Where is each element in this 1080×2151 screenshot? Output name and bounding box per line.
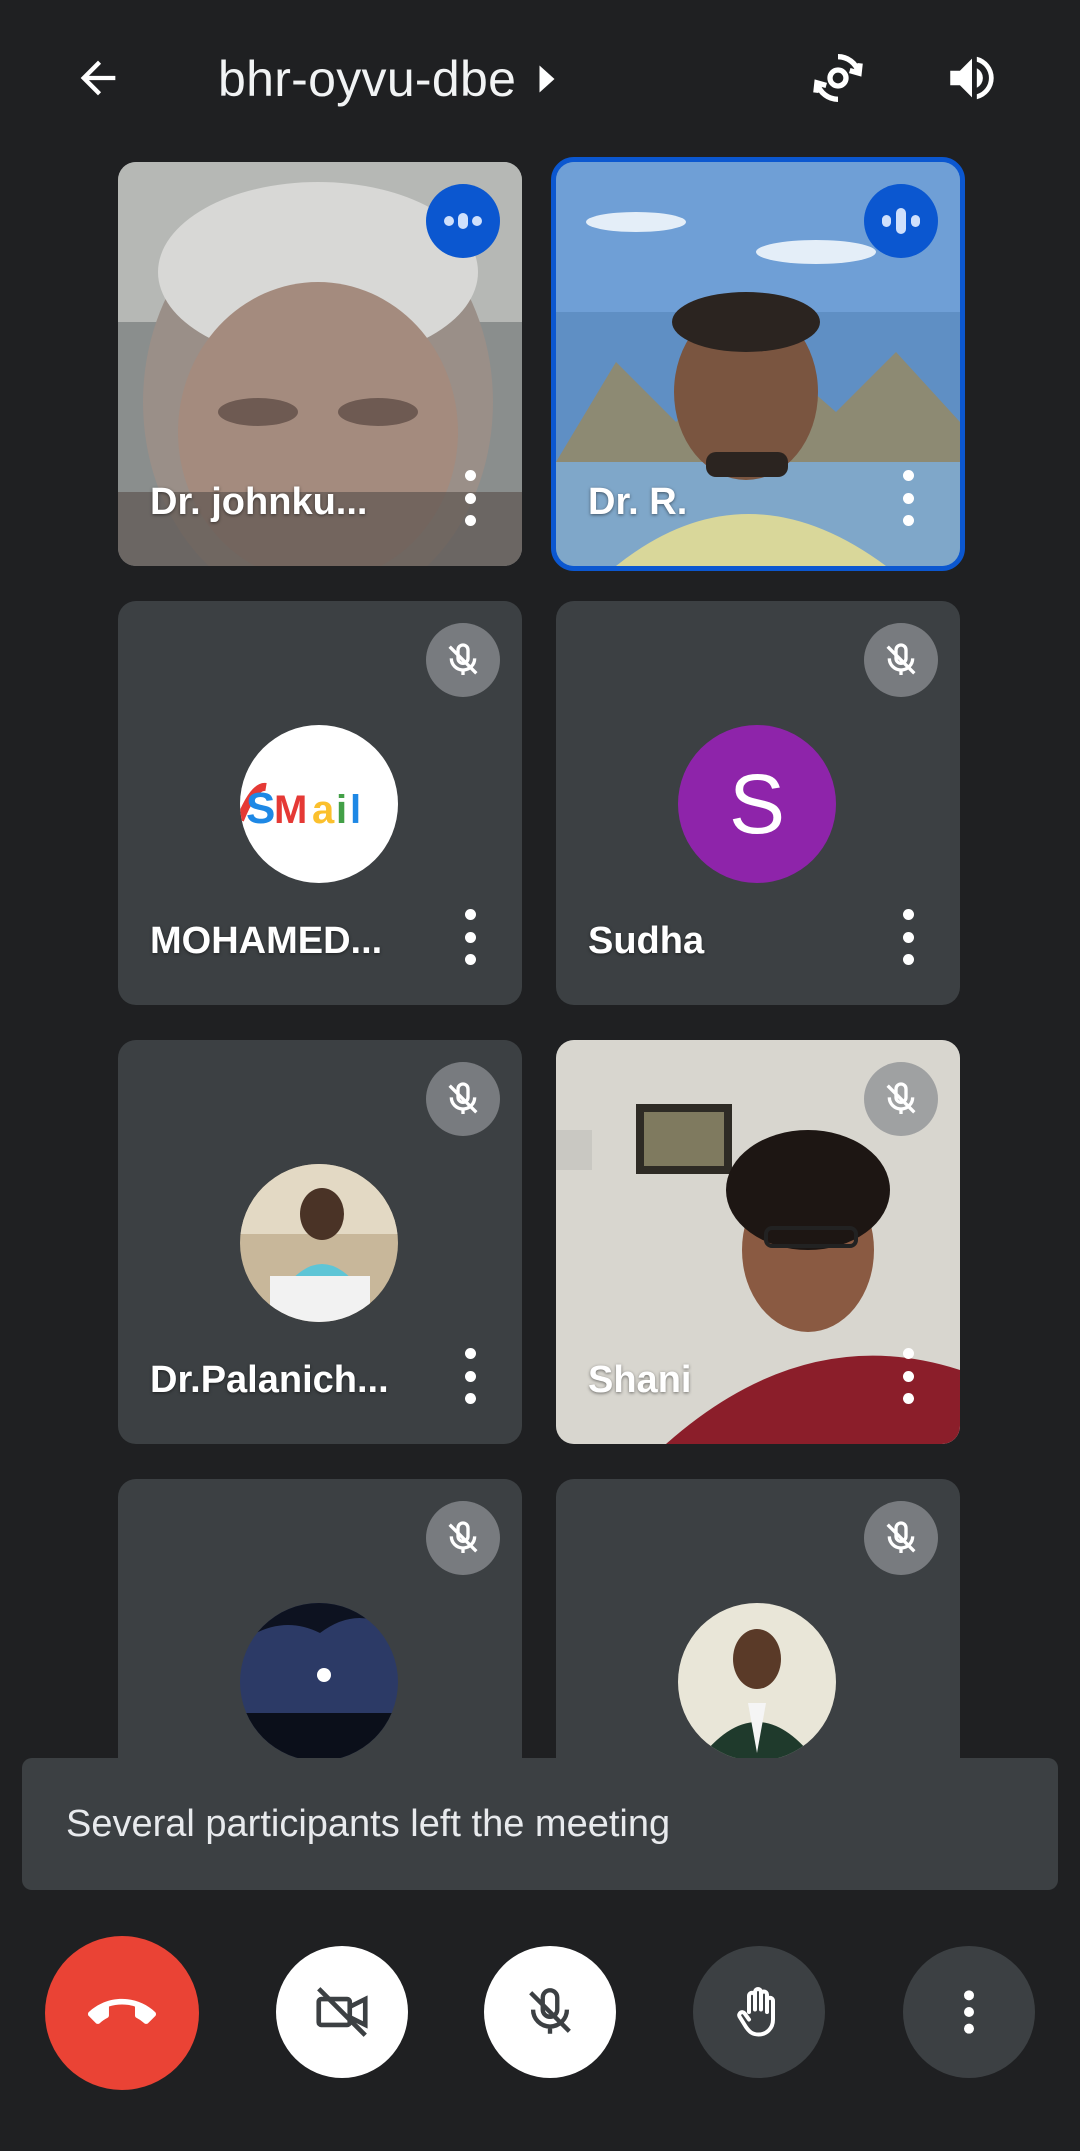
participant-name: MOHAMED... xyxy=(150,920,383,962)
participant-name: Dr. johnku... xyxy=(150,481,368,523)
participant-name: Sudha xyxy=(588,920,705,962)
participant-tile[interactable]: S Sudha xyxy=(556,601,960,1005)
participant-more-button[interactable] xyxy=(460,1348,480,1404)
speaking-indicator xyxy=(864,184,938,258)
mic-off-icon xyxy=(886,1521,916,1553)
caret-right-icon xyxy=(539,65,555,93)
letter-avatar: S xyxy=(678,725,836,883)
end-call-icon xyxy=(88,1998,156,2024)
end-call-button[interactable] xyxy=(45,1936,199,2090)
audio-output-button[interactable] xyxy=(930,36,1014,120)
mic-off-icon xyxy=(448,1521,478,1553)
muted-indicator xyxy=(426,1062,500,1136)
muted-indicator xyxy=(426,623,500,697)
svg-text:S: S xyxy=(246,784,275,833)
avatar xyxy=(678,1603,836,1761)
muted-indicator xyxy=(426,1501,500,1575)
svg-text:a: a xyxy=(312,788,335,832)
muted-indicator xyxy=(864,1062,938,1136)
participant-tile[interactable]: S M a i l MOHAMED... xyxy=(118,601,522,1005)
switch-camera-icon xyxy=(813,53,863,103)
camera-off-icon xyxy=(316,1987,368,2037)
meeting-title-button[interactable]: bhr-oyvu-dbe xyxy=(218,44,556,114)
participant-tile[interactable]: Dr.Palanich... xyxy=(118,1040,522,1444)
meeting-code: bhr-oyvu-dbe xyxy=(218,51,517,107)
participant-tile[interactable]: Shani xyxy=(556,1040,960,1444)
participant-name: Shani xyxy=(588,1359,692,1401)
svg-text:M: M xyxy=(274,788,307,832)
snackbar-message: Several participants left the meeting xyxy=(66,1802,671,1845)
mic-off-icon xyxy=(448,1082,478,1114)
participant-tile[interactable]: Dr. johnku... xyxy=(118,162,522,566)
participant-tile-active-speaker[interactable]: Dr. R. xyxy=(551,157,965,571)
top-bar: bhr-oyvu-dbe xyxy=(0,0,1080,160)
mic-off-icon xyxy=(886,643,916,675)
profile-photo xyxy=(678,1603,836,1761)
more-options-button[interactable] xyxy=(903,1946,1035,2078)
muted-indicator xyxy=(864,1501,938,1575)
mic-toggle-button[interactable] xyxy=(484,1946,616,2078)
switch-camera-button[interactable] xyxy=(796,36,880,120)
muted-indicator xyxy=(864,623,938,697)
avatar xyxy=(240,1164,398,1322)
mic-off-icon xyxy=(886,1082,916,1114)
raise-hand-button[interactable] xyxy=(693,1946,825,2078)
audio-level-icon xyxy=(444,213,482,229)
participant-more-button[interactable] xyxy=(898,909,918,965)
speaker-icon xyxy=(950,56,994,100)
profile-photo xyxy=(240,1603,398,1761)
participant-name: Dr.Palanich... xyxy=(150,1359,389,1401)
smail-logo: S M a i l xyxy=(240,782,361,833)
participant-name: Dr. R. xyxy=(588,481,688,523)
avatar: S M a i l xyxy=(240,725,398,883)
raise-hand-icon xyxy=(737,1987,775,2037)
more-vert-icon xyxy=(964,1990,974,2034)
participant-more-button[interactable] xyxy=(898,470,918,526)
mic-off-icon xyxy=(448,643,478,675)
audio-level-icon xyxy=(882,208,920,234)
profile-photo xyxy=(240,1164,398,1322)
camera-toggle-button[interactable] xyxy=(276,1946,408,2078)
snackbar: Several participants left the meeting xyxy=(22,1758,1058,1890)
participant-more-button[interactable] xyxy=(460,470,480,526)
mic-off-icon xyxy=(529,1988,571,2034)
svg-text:l: l xyxy=(350,788,361,832)
arrow-back-icon xyxy=(80,60,116,96)
speaking-indicator xyxy=(426,184,500,258)
participant-more-button[interactable] xyxy=(460,909,480,965)
svg-text:i: i xyxy=(336,788,347,832)
participant-more-button[interactable] xyxy=(898,1348,918,1404)
avatar xyxy=(240,1603,398,1761)
back-button[interactable] xyxy=(58,38,138,118)
